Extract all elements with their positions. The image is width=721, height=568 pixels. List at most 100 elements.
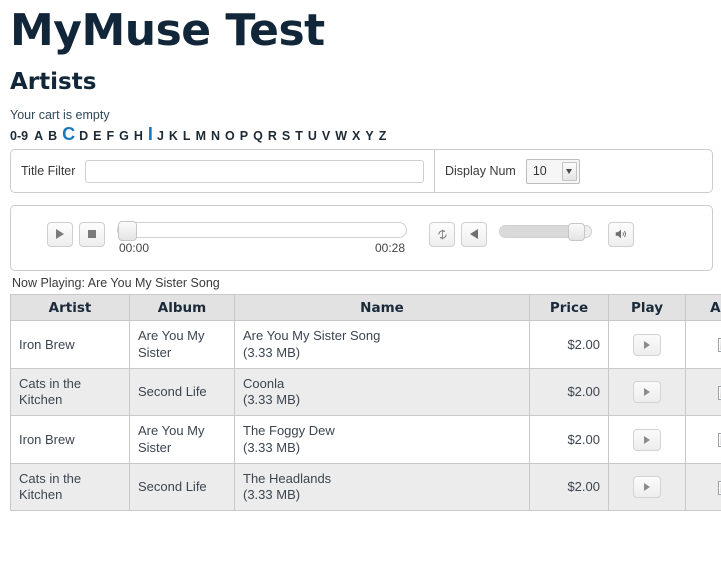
time-row: 00:00 00:28 [117, 241, 407, 255]
cell-album: Second Life [130, 368, 235, 416]
now-playing-label: Now Playing: Are You My Sister Song [12, 275, 713, 291]
loop-icon [436, 228, 449, 241]
alpha-nav-item-v: V [322, 130, 330, 143]
display-num-label: Display Num [445, 164, 516, 178]
alpha-nav-item-l: L [183, 130, 191, 143]
cell-artist: Iron Brew [11, 321, 130, 369]
alpha-nav-item-h: H [134, 130, 143, 143]
alpha-nav-item-b: B [48, 130, 57, 143]
column-header-album[interactable]: Album [130, 295, 235, 321]
progress-track[interactable] [117, 222, 407, 238]
player-volume-button[interactable] [608, 222, 634, 247]
cell-price: $2.00 [530, 368, 609, 416]
stop-icon [88, 230, 96, 238]
alpha-nav-item-g: G [119, 130, 129, 143]
play-icon [644, 341, 650, 349]
column-header-add: Add [686, 295, 721, 321]
volume-slider[interactable] [499, 225, 592, 238]
alpha-nav-item-m: M [196, 130, 206, 143]
row-play-button[interactable] [633, 334, 661, 356]
alpha-nav-item-p: P [240, 130, 248, 143]
volume-up-icon [614, 227, 628, 241]
cell-name: Are You My Sister Song(3.33 MB) [235, 321, 530, 369]
cell-artist: Cats in the Kitchen [11, 463, 130, 511]
alpha-nav-item-q: Q [253, 130, 263, 143]
column-header-artist[interactable]: Artist [11, 295, 130, 321]
alphabet-nav: 0-9ABCDEFGHIJKLMNOPQRSTUVWXYZ [10, 125, 713, 143]
cell-add [686, 368, 721, 416]
cell-album: Second Life [130, 463, 235, 511]
cell-artist: Iron Brew [11, 416, 130, 464]
track-title: Coonla [243, 376, 521, 392]
page-root: MyMuse Test Artists Your cart is empty 0… [0, 6, 721, 511]
cell-album: Are You My Sister [130, 416, 235, 464]
track-size: (3.33 MB) [243, 392, 521, 408]
filter-bar: Title Filter Display Num 10 [10, 149, 713, 193]
play-icon [644, 483, 650, 491]
player-mute-button[interactable] [461, 222, 487, 247]
alpha-nav-item-x: X [352, 130, 360, 143]
cell-price: $2.00 [530, 321, 609, 369]
alpha-nav-item-w: W [335, 130, 347, 143]
total-time: 00:28 [375, 241, 405, 255]
alpha-nav-item-u: U [308, 130, 317, 143]
alpha-nav-item-n: N [211, 130, 220, 143]
track-title: The Foggy Dew [243, 423, 521, 439]
cell-artist: Cats in the Kitchen [11, 368, 130, 416]
table-header-row: Artist Album Name Price Play Add [11, 295, 721, 321]
track-size: (3.33 MB) [243, 440, 521, 456]
volume-track[interactable] [499, 225, 592, 238]
player-play-button[interactable] [47, 222, 73, 247]
cell-price: $2.00 [530, 416, 609, 464]
progress-slider[interactable]: 00:00 00:28 [117, 222, 407, 255]
player-loop-button[interactable] [429, 222, 455, 247]
display-num-group: Display Num 10 [435, 150, 590, 192]
tracks-table: Artist Album Name Price Play Add Iron Br… [10, 294, 721, 511]
cell-play [609, 416, 686, 464]
row-play-button[interactable] [633, 429, 661, 451]
alpha-nav-item-a: A [34, 130, 43, 143]
column-header-play: Play [609, 295, 686, 321]
alpha-nav-item-09: 0-9 [10, 130, 28, 143]
track-title: Are You My Sister Song [243, 328, 521, 344]
alpha-nav-item-r: R [268, 130, 277, 143]
previous-icon [470, 229, 478, 239]
cell-price: $2.00 [530, 463, 609, 511]
audio-player: 00:00 00:28 [10, 205, 713, 271]
title-filter-group: Title Filter [11, 150, 435, 192]
cell-add [686, 416, 721, 464]
alpha-nav-item-y: Y [365, 130, 373, 143]
play-icon [56, 229, 64, 239]
column-header-price[interactable]: Price [530, 295, 609, 321]
table-row: Iron BrewAre You My SisterAre You My Sis… [11, 321, 721, 369]
table-row: Cats in the KitchenSecond LifeCoonla(3.3… [11, 368, 721, 416]
volume-handle[interactable] [568, 223, 585, 241]
alpha-nav-item-e: E [93, 130, 101, 143]
alpha-nav-item-d: D [79, 130, 88, 143]
alpha-nav-item-j: J [157, 130, 164, 143]
track-title: The Headlands [243, 471, 521, 487]
row-play-button[interactable] [633, 476, 661, 498]
section-title: Artists [10, 69, 713, 97]
cell-play [609, 463, 686, 511]
alpha-nav-item-c[interactable]: C [62, 125, 75, 143]
alpha-nav-item-z: Z [379, 130, 387, 143]
alpha-nav-item-k: K [169, 130, 178, 143]
column-header-name[interactable]: Name [235, 295, 530, 321]
cart-status: Your cart is empty [10, 108, 713, 123]
alpha-nav-item-t: T [295, 130, 303, 143]
row-play-button[interactable] [633, 381, 661, 403]
alpha-nav-item-o: O [225, 130, 235, 143]
player-stop-button[interactable] [79, 222, 105, 247]
table-row: Cats in the KitchenSecond Life The Headla… [11, 463, 721, 511]
alpha-nav-item-i[interactable]: I [148, 125, 153, 143]
display-num-select[interactable]: 10 [526, 159, 580, 184]
alpha-nav-item-f: F [107, 130, 115, 143]
display-num-value: 10 [533, 164, 547, 178]
table-row: Iron BrewAre You My Sister The Foggy Dew(… [11, 416, 721, 464]
track-size: (3.33 MB) [243, 487, 521, 503]
progress-handle[interactable] [118, 221, 137, 241]
cell-name: Coonla(3.33 MB) [235, 368, 530, 416]
play-icon [644, 436, 650, 444]
title-filter-input[interactable] [85, 160, 424, 183]
